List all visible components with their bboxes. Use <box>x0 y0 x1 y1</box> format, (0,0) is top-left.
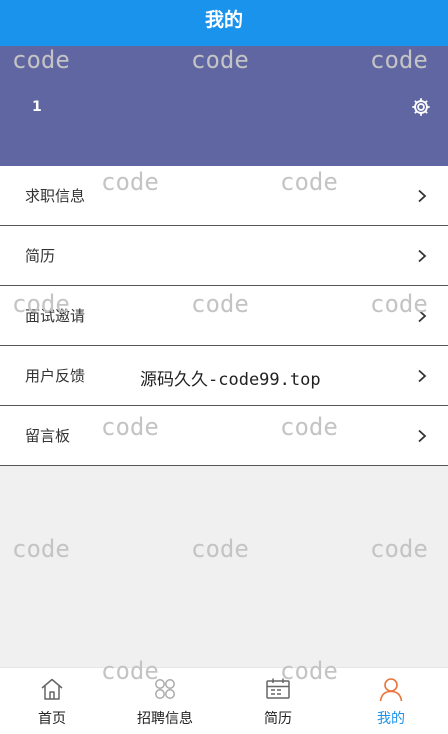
menu-item-interview-invite[interactable]: 面试邀请 <box>0 286 448 346</box>
tab-mine[interactable]: 我的 <box>335 668 447 734</box>
watermark-text: code <box>12 535 70 563</box>
username: 1 <box>32 99 42 115</box>
tab-label: 简历 <box>264 711 292 727</box>
watermark-text: code <box>191 535 249 563</box>
user-icon <box>379 678 403 702</box>
resume-icon <box>266 678 290 699</box>
tab-label: 首页 <box>38 711 66 727</box>
chevron-right-icon <box>418 309 427 323</box>
tab-resume[interactable]: 简历 <box>222 668 334 734</box>
home-icon <box>41 678 63 700</box>
tab-jobs[interactable]: 招聘信息 <box>109 668 221 734</box>
watermark-text: code <box>370 535 428 563</box>
menu-item-label: 留言板 <box>25 427 71 445</box>
page-title: 我的 <box>204 9 243 31</box>
menu-item-label: 用户反馈 <box>25 367 86 385</box>
menu-item-job-info[interactable]: 求职信息 <box>0 166 448 226</box>
menu-list: 求职信息 简历 面试邀请 用户反馈 留言板 <box>0 166 448 466</box>
tab-home[interactable]: 首页 <box>0 668 108 734</box>
menu-item-label: 简历 <box>25 247 56 265</box>
chevron-right-icon <box>418 249 427 263</box>
menu-item-message-board[interactable]: 留言板 <box>0 406 448 466</box>
chevron-right-icon <box>418 189 427 203</box>
menu-item-feedback[interactable]: 用户反馈 <box>0 346 448 406</box>
menu-item-resume[interactable]: 简历 <box>0 226 448 286</box>
tab-label: 招聘信息 <box>137 711 193 727</box>
chevron-right-icon <box>418 369 427 383</box>
profile-banner: 1 <box>0 46 448 166</box>
chevron-right-icon <box>418 429 427 443</box>
bottom-tab-bar: 首页 招聘信息 简历 我的 <box>0 667 448 734</box>
grid-icon <box>155 679 175 699</box>
tab-label: 我的 <box>377 711 405 727</box>
page-header: 我的 <box>0 0 448 46</box>
menu-item-label: 面试邀请 <box>25 307 86 325</box>
gear-icon[interactable] <box>410 96 432 118</box>
menu-item-label: 求职信息 <box>25 187 86 205</box>
